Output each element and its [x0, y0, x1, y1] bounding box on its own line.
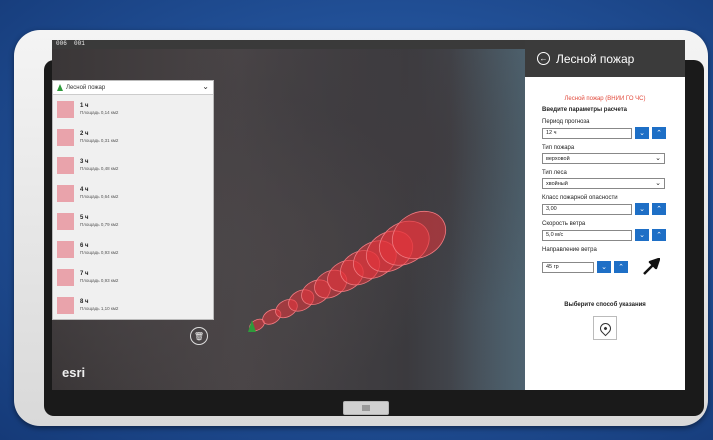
wind-speed-increase-button[interactable]: ⌃: [652, 229, 666, 241]
esri-logo: esri: [62, 365, 86, 380]
legend-item: 4 ч Площадь 0,64 км2: [53, 179, 213, 207]
legend-swatch: [57, 296, 74, 314]
legend-item: 8 ч Площадь 1,10 км2: [53, 291, 213, 319]
danger-class-input[interactable]: 3,00: [542, 203, 632, 215]
legend-item: 5 ч Площадь 0,79 км2: [53, 207, 213, 235]
status-right: 001: [74, 40, 85, 47]
forecast-label: Период прогноза: [542, 119, 590, 125]
legend-title: 2 ч: [80, 131, 89, 137]
legend-title: 5 ч: [80, 215, 89, 221]
legend-list: 1 ч Площадь 0,14 км2 2 ч Площадь 0,31 км2 3 …: [53, 95, 213, 319]
parameters-panel: ← Лесной пожар Лесной пожар (ВНИИ ГО ЧС)…: [525, 40, 685, 390]
legend-swatch: [57, 240, 74, 258]
legend-item: 1 ч Площадь 0,14 км2: [53, 95, 213, 123]
legend-area: Площадь 1,10 км2: [80, 306, 119, 311]
wind-direction-arrow-icon: [643, 258, 660, 275]
chevron-down-icon: ⌄: [655, 180, 661, 187]
legend-swatch: [57, 100, 74, 118]
layers-title: Лесной пожар: [66, 84, 106, 91]
chevron-down-icon: ⌄: [655, 155, 661, 162]
panel-title: Лесной пожар: [556, 51, 635, 66]
legend-title: 6 ч: [80, 243, 89, 249]
forecast-decrease-button[interactable]: ⌄: [635, 127, 649, 139]
legend-title: 3 ч: [80, 159, 89, 165]
wind-speed-label: Скорость ветра: [542, 221, 586, 227]
legend-item: 6 ч Площадь 0,93 км2: [53, 235, 213, 263]
section-title: Введите параметры расчета: [542, 107, 627, 113]
fire-type-label: Тип пожара: [542, 145, 575, 151]
legend-area: Площадь 0,93 км2: [80, 278, 119, 283]
legend-swatch: [57, 268, 74, 286]
danger-class-label: Класс пожарной опасности: [542, 195, 618, 201]
wind-direction-increase-button[interactable]: ⌃: [614, 261, 628, 273]
legend-item: 7 ч Площадь 0,93 км2: [53, 263, 213, 291]
fire-type-select[interactable]: верховой ⌄: [542, 153, 665, 164]
model-subtitle: Лесной пожар (ВНИИ ГО ЧС): [564, 96, 646, 102]
tree-icon: [57, 84, 63, 91]
forest-type-label: Тип леса: [542, 170, 567, 176]
forecast-input[interactable]: 12 ч: [542, 127, 632, 139]
danger-decrease-button[interactable]: ⌄: [635, 203, 649, 215]
wind-speed-input[interactable]: 5,0 м/с: [542, 229, 632, 241]
forest-type-value: хвойный: [546, 180, 568, 187]
legend-swatch: [57, 128, 74, 146]
fire-type-value: верховой: [546, 155, 570, 162]
trash-icon: 🗑: [193, 331, 205, 341]
forest-type-select[interactable]: хвойный ⌄: [542, 178, 665, 189]
map-pin-icon: [597, 320, 613, 336]
wind-direction-label: Направление ветра: [542, 247, 597, 253]
legend-title: 1 ч: [80, 103, 89, 109]
panel-header: ← Лесной пожар: [525, 40, 685, 77]
legend-item: 3 ч Площадь 0,48 км2: [53, 151, 213, 179]
wind-speed-decrease-button[interactable]: ⌄: [635, 229, 649, 241]
legend-area: Площадь 0,79 км2: [80, 222, 119, 227]
wind-direction-decrease-button[interactable]: ⌄: [597, 261, 611, 273]
layers-panel: Лесной пожар ⌄ 1 ч Площадь 0,14 км2 2 ч Пло…: [52, 80, 214, 320]
legend-item: 2 ч Площадь 0,31 км2: [53, 123, 213, 151]
pick-location-button[interactable]: [593, 316, 617, 340]
legend-title: 7 ч: [80, 271, 89, 277]
legend-swatch: [57, 156, 74, 174]
trash-button[interactable]: 🗑: [190, 327, 208, 345]
method-title: Выберите способ указания: [564, 302, 646, 308]
tablet-home-button: [343, 401, 389, 415]
legend-area: Площадь 0,93 км2: [80, 250, 119, 255]
legend-area: Площадь 0,14 км2: [80, 110, 119, 115]
legend-area: Площадь 0,31 км2: [80, 138, 119, 143]
wind-direction-input[interactable]: 45 гр: [542, 261, 594, 273]
status-left: 006: [56, 40, 67, 47]
app-screen: 006 001 Лесной пожар ⌄ 1 ч Площадь 0,14 к…: [52, 40, 685, 390]
chevron-down-icon: ⌄: [202, 82, 209, 91]
layers-dropdown[interactable]: Лесной пожар ⌄: [53, 81, 213, 95]
legend-title: 4 ч: [80, 187, 89, 193]
legend-area: Площадь 0,64 км2: [80, 194, 119, 199]
legend-swatch: [57, 212, 74, 230]
danger-increase-button[interactable]: ⌃: [652, 203, 666, 215]
legend-swatch: [57, 184, 74, 202]
legend-area: Площадь 0,48 км2: [80, 166, 119, 171]
forecast-increase-button[interactable]: ⌃: [652, 127, 666, 139]
back-arrow-icon[interactable]: ←: [537, 52, 550, 65]
legend-title: 8 ч: [80, 299, 89, 305]
